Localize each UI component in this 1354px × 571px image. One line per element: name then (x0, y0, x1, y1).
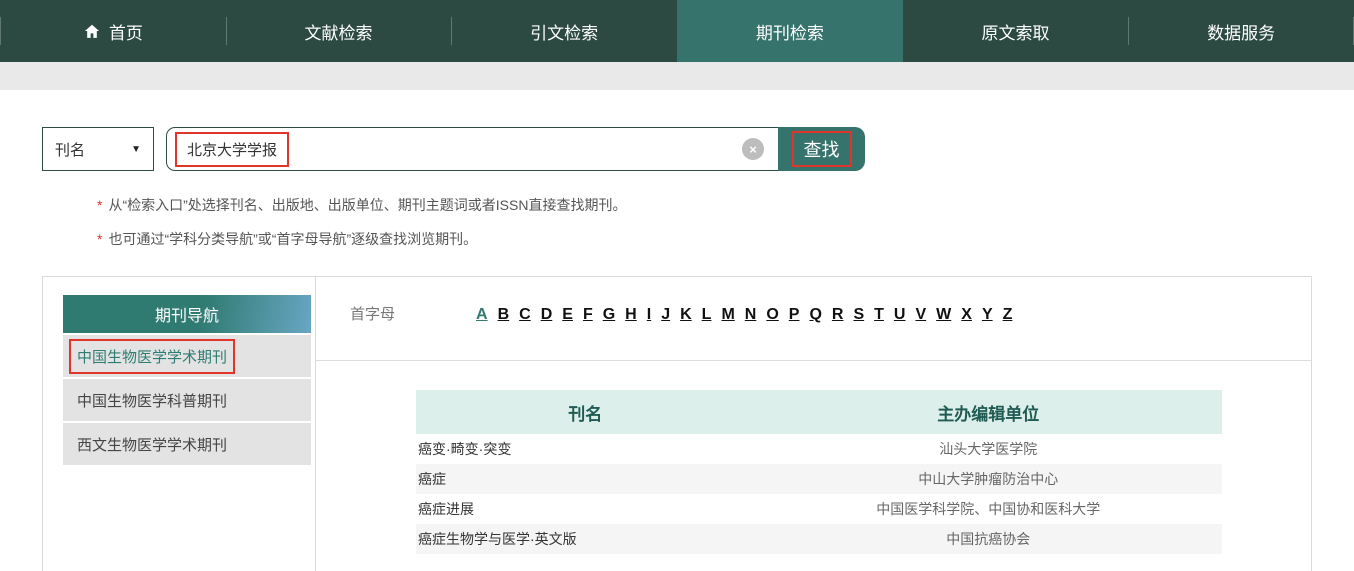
letter-link-z[interactable]: Z (1003, 306, 1013, 324)
letter-link-s[interactable]: S (853, 306, 864, 324)
journal-name-cell[interactable]: 癌症进展 (416, 494, 755, 524)
letter-link-c[interactable]: C (519, 306, 531, 324)
letter-link-h[interactable]: H (625, 306, 637, 324)
sidebar-title: 期刊导航 (63, 295, 311, 333)
journal-table: 刊名 主办编辑单位 癌变·畸变·突变 汕头大学医学院 癌症 中山大学肿瘤防治中心… (416, 390, 1222, 554)
hint-text: 也可通过“学科分类导航”或“首字母导航”逐级查找浏览期刊。 (108, 231, 477, 247)
letter-link-w[interactable]: W (936, 306, 951, 324)
search-input-value: 北京大学学报 (187, 142, 277, 159)
journal-search-page: 首页 文献检索 引文检索 期刊检索 原文索取 数据服务 刊名 ▼ 北京大学学报 (0, 0, 1354, 571)
letter-link-f[interactable]: F (583, 306, 593, 324)
highlight-box-button: 查找 (792, 131, 852, 167)
letter-link-l[interactable]: L (702, 306, 712, 324)
first-letter-nav: 首字母 A B C D E F G H I J K L M N O (316, 303, 1311, 324)
table-row[interactable]: 癌症进展 中国医学科学院、中国协和医科大学 (416, 494, 1222, 524)
journal-nav-sidebar: 期刊导航 中国生物医学学术期刊 中国生物医学科普期刊 西文生物医学学术期刊 (43, 277, 316, 571)
sidebar-item-western-academic-journals[interactable]: 西文生物医学学术期刊 (63, 423, 311, 465)
nav-tab-label: 首页 (109, 19, 143, 44)
divider (316, 360, 1311, 361)
journal-search-input[interactable]: 北京大学学报 × (166, 127, 778, 171)
letter-links: A B C D E F G H I J K L M N O P Q (476, 306, 1012, 324)
sidebar-item-cn-popular-science-journals[interactable]: 中国生物医学科普期刊 (63, 379, 311, 421)
journal-name-cell[interactable]: 癌变·畸变·突变 (416, 434, 755, 464)
table-row[interactable]: 癌变·畸变·突变 汕头大学医学院 (416, 434, 1222, 464)
col-header-journal-name: 刊名 (416, 390, 755, 434)
table-row[interactable]: 癌症生物学与医学·英文版 中国抗癌协会 (416, 524, 1222, 554)
sidebar-item-label: 中国生物医学科普期刊 (69, 390, 227, 411)
nav-tab-label: 引文检索 (530, 19, 598, 44)
search-bar: 北京大学学报 × 查找 (166, 127, 865, 171)
letter-link-a[interactable]: A (476, 306, 488, 324)
subnav-strip (0, 62, 1354, 90)
asterisk-icon: * (97, 231, 102, 247)
highlight-box-input: 北京大学学报 (175, 132, 289, 167)
first-letter-label: 首字母 (350, 303, 395, 324)
letter-link-u[interactable]: U (894, 306, 906, 324)
nav-tab-citation-search[interactable]: 引文检索 (451, 0, 677, 62)
journal-name-cell[interactable]: 癌症 (416, 464, 755, 494)
clear-icon[interactable]: × (742, 138, 764, 160)
nav-tab-label: 数据服务 (1207, 19, 1275, 44)
nav-tab-label: 原文索取 (982, 19, 1050, 44)
publisher-cell: 中国抗癌协会 (755, 524, 1222, 554)
letter-link-v[interactable]: V (915, 306, 926, 324)
journal-list-area: 首字母 A B C D E F G H I J K L M N O (316, 277, 1311, 571)
publisher-cell: 汕头大学医学院 (755, 434, 1222, 464)
letter-link-j[interactable]: J (661, 306, 670, 324)
hint-line: * 从“检索入口”处选择刊名、出版地、出版单位、期刊主题词或者ISSN直接查找期刊… (97, 195, 1354, 215)
highlight-box-sidebar: 中国生物医学学术期刊 (69, 339, 235, 374)
nav-tab-journal-search[interactable]: 期刊检索 (677, 0, 903, 62)
letter-link-o[interactable]: O (766, 306, 778, 324)
search-entry-select[interactable]: 刊名 ▼ (42, 127, 154, 171)
letter-link-k[interactable]: K (680, 306, 692, 324)
search-hints: * 从“检索入口”处选择刊名、出版地、出版单位、期刊主题词或者ISSN直接查找期刊… (97, 195, 1354, 249)
nav-tab-data-service[interactable]: 数据服务 (1128, 0, 1354, 62)
letter-link-y[interactable]: Y (982, 306, 993, 324)
asterisk-icon: * (97, 197, 102, 213)
letter-link-x[interactable]: X (961, 306, 972, 324)
letter-link-i[interactable]: I (647, 306, 651, 324)
col-header-publisher: 主办编辑单位 (755, 390, 1222, 434)
sidebar-item-cn-academic-journals[interactable]: 中国生物医学学术期刊 (63, 335, 311, 377)
letter-link-b[interactable]: B (498, 306, 510, 324)
letter-link-m[interactable]: M (721, 306, 734, 324)
table-header-row: 刊名 主办编辑单位 (416, 390, 1222, 434)
letter-link-p[interactable]: P (789, 306, 800, 324)
journal-name-cell[interactable]: 癌症生物学与医学·英文版 (416, 524, 755, 554)
chevron-down-icon: ▼ (131, 144, 141, 155)
letter-link-q[interactable]: Q (809, 306, 821, 324)
nav-tab-label: 文献检索 (305, 19, 373, 44)
letter-link-d[interactable]: D (541, 306, 553, 324)
publisher-cell: 中山大学肿瘤防治中心 (755, 464, 1222, 494)
hint-text: 从“检索入口”处选择刊名、出版地、出版单位、期刊主题词或者ISSN直接查找期刊。 (108, 197, 626, 213)
nav-tab-literature-search[interactable]: 文献检索 (226, 0, 452, 62)
letter-link-r[interactable]: R (832, 306, 844, 324)
letter-link-e[interactable]: E (562, 306, 573, 324)
nav-tab-home[interactable]: 首页 (0, 0, 226, 62)
letter-link-g[interactable]: G (603, 306, 615, 324)
table-row[interactable]: 癌症 中山大学肿瘤防治中心 (416, 464, 1222, 494)
search-button[interactable]: 查找 (778, 127, 865, 171)
nav-tab-fulltext-request[interactable]: 原文索取 (903, 0, 1129, 62)
sidebar-item-label: 西文生物医学学术期刊 (69, 434, 227, 455)
journal-browse-panel: 期刊导航 中国生物医学学术期刊 中国生物医学科普期刊 西文生物医学学术期刊 首字… (42, 276, 1312, 571)
search-row: 刊名 ▼ 北京大学学报 × 查找 (42, 127, 1354, 171)
letter-link-t[interactable]: T (874, 306, 884, 324)
hint-line: * 也可通过“学科分类导航”或“首字母导航”逐级查找浏览期刊。 (97, 229, 1354, 249)
search-entry-value: 刊名 (55, 139, 85, 160)
letter-link-n[interactable]: N (745, 306, 757, 324)
nav-tab-label: 期刊检索 (756, 19, 824, 44)
top-nav: 首页 文献检索 引文检索 期刊检索 原文索取 数据服务 (0, 0, 1354, 62)
publisher-cell: 中国医学科学院、中国协和医科大学 (755, 494, 1222, 524)
home-icon (83, 23, 101, 40)
